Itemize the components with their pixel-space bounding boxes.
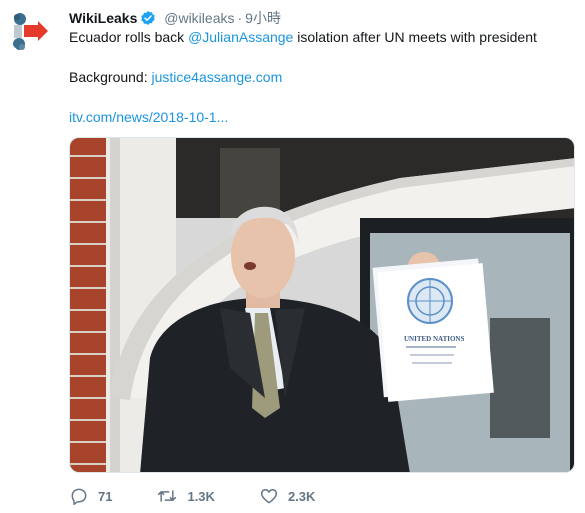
author-name[interactable]: WikiLeaks <box>69 10 137 26</box>
retweet-count: 1.3K <box>187 488 215 504</box>
reply-icon <box>71 488 87 506</box>
retweet-icon <box>158 490 177 502</box>
tweet-header: WikiLeaks @wikileaks · 9小時 <box>69 9 281 30</box>
paper-title: UNITED NATIONS <box>404 335 464 343</box>
tweet-actions: 71 1.3K 2.3K <box>69 486 359 506</box>
separator-dot: · <box>237 10 243 26</box>
background-label: Background: <box>69 69 152 85</box>
avatar[interactable] <box>8 8 54 54</box>
mention-link[interactable]: @JulianAssange <box>188 29 293 45</box>
like-count: 2.3K <box>287 488 316 504</box>
tweet-text: Ecuador rolls back @JulianAssange isolat… <box>69 28 569 127</box>
reply-count: 71 <box>98 488 113 504</box>
verified-badge-icon <box>140 10 156 30</box>
tweet-timestamp[interactable]: 9小時 <box>245 10 281 26</box>
retweet-button[interactable]: 1.3K <box>156 486 215 506</box>
headline-text-start: Ecuador rolls back <box>69 29 189 45</box>
heart-icon <box>260 489 278 504</box>
tweet-card: WikiLeaks @wikileaks · 9小時 Ecuador rolls b… <box>0 0 585 513</box>
source-link[interactable]: itv.com/news/2018-10-1... <box>69 108 569 127</box>
background-link[interactable]: justice4assange.com <box>152 69 283 85</box>
reply-button[interactable]: 71 <box>69 486 112 506</box>
like-button[interactable]: 2.3K <box>259 486 315 506</box>
author-handle[interactable]: @wikileaks <box>164 10 234 26</box>
photo-illustration: UNITED NATIONS <box>70 138 574 472</box>
wikileaks-logo-icon <box>13 13 48 50</box>
tweet-headline: Ecuador rolls back @JulianAssange isolat… <box>69 28 569 47</box>
background-line: Background: justice4assange.com <box>69 68 569 87</box>
tweet-photo[interactable]: UNITED NATIONS <box>69 137 575 473</box>
headline-text-end: isolation after UN meets with president <box>293 29 537 45</box>
